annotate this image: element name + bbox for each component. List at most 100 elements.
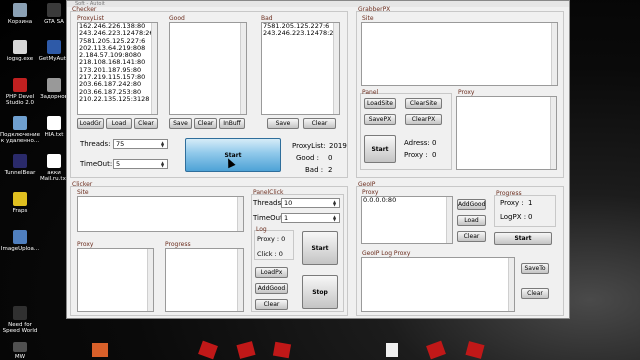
exe-image xyxy=(13,40,27,54)
grabber-adress-label: Adress: xyxy=(404,139,430,147)
clicker-threads-value: 10 xyxy=(284,199,293,207)
load-button[interactable]: Load xyxy=(106,118,132,129)
clicker-log-proxy: Proxy : 0 xyxy=(257,235,286,243)
geoip-proxy-line: 0.0.0.0:80 xyxy=(363,196,397,204)
geoip-clear-button[interactable]: Clear xyxy=(457,231,486,242)
grabber-site-scrollbar[interactable] xyxy=(551,23,557,85)
red-app-taskbar-icon[interactable] xyxy=(272,341,292,359)
threads-spinner-icon[interactable]: ▲ ▼ xyxy=(161,141,166,148)
stat-good-label: Good : xyxy=(296,154,320,162)
recycle-bin-image xyxy=(13,3,27,17)
checker-start-button[interactable]: Start xyxy=(185,138,281,172)
grabber-start-button[interactable]: Start xyxy=(364,135,396,163)
stat-bad-label: Bad : xyxy=(305,166,324,174)
clear-good-button[interactable]: Clear xyxy=(194,118,217,129)
imageuploader-image xyxy=(13,230,27,244)
clearsite-button[interactable]: ClearSite xyxy=(405,98,442,109)
geoip-log-clear-button[interactable]: Clear xyxy=(521,288,549,299)
grabber-proxy-value: 0 xyxy=(432,151,437,159)
grabber-site-box[interactable] xyxy=(361,22,558,86)
proxy-line[interactable]: 210.22.135.125:3128 xyxy=(78,95,157,103)
clicker-label: Clicker xyxy=(72,181,93,188)
stat-proxylist-value: 2019 xyxy=(329,142,347,150)
grabber-proxy-label: Proxy : xyxy=(404,151,428,159)
mw-icon[interactable]: MW xyxy=(0,342,40,360)
desktop-icon-label: iogsg.exe xyxy=(6,56,34,62)
geoip-proxy-scrollbar[interactable] xyxy=(446,197,452,243)
bad-box[interactable]: 7581.205.125.227:6 243.246.223.12478:268 xyxy=(261,22,340,115)
geoip-log-label: GeoIP Log Proxy xyxy=(362,250,411,257)
remote-desktop-image xyxy=(13,116,27,130)
loadgr-button[interactable]: LoadGr xyxy=(77,118,104,129)
threads-label: Threads: xyxy=(80,140,111,148)
loadpx-button[interactable]: LoadPx xyxy=(255,267,288,278)
clicker-progress-box[interactable] xyxy=(165,248,244,312)
nfs-image xyxy=(13,306,27,320)
geoip-log-box[interactable] xyxy=(361,257,515,312)
clear-proxylist-button[interactable]: Clear xyxy=(134,118,158,129)
clicker-start-button[interactable]: Start xyxy=(302,231,338,265)
counter-strike-taskbar-icon[interactable] xyxy=(92,343,108,357)
proxy-line[interactable]: 243.246.223.12478:268 xyxy=(262,29,339,37)
clicker-clear-button[interactable]: Clear xyxy=(255,299,288,310)
geoip-progress-logpx-value: 0 xyxy=(528,213,533,221)
bad-scrollbar[interactable] xyxy=(333,23,339,114)
imageuploader-icon[interactable]: ImageUploa... xyxy=(0,230,40,252)
desktop-icon-label: Задорнов xyxy=(40,94,68,100)
need-for-speed-world-icon[interactable]: Need for Speed World xyxy=(0,306,40,334)
loadsite-button[interactable]: LoadSite xyxy=(364,98,396,109)
geoip-addgood-button[interactable]: AddGood xyxy=(457,199,486,210)
clicker-log-label: Log xyxy=(256,226,267,233)
proxylist-box[interactable]: 162.246.226.138:80 243.246.223.12478:268 7… xyxy=(77,22,158,115)
geoip-progress-logpx-label: LogPX : xyxy=(500,213,527,221)
geoip-proxy-box[interactable]: 0.0.0.0:80 xyxy=(361,196,453,244)
good-box[interactable] xyxy=(169,22,247,115)
clicker-threads-spinner-icon[interactable]: ▲ ▼ xyxy=(333,200,338,207)
grabber-proxy-scrollbar[interactable] xyxy=(550,97,556,169)
timeout-input[interactable]: 5 ▲ ▼ xyxy=(113,159,168,169)
grabber-adress-value: 0 xyxy=(432,139,437,147)
panelclick-label: PanelClick xyxy=(253,189,284,196)
saveto-button[interactable]: SaveTo xyxy=(521,263,549,274)
inbuff-button[interactable]: InBuff xyxy=(219,118,245,129)
clearpx-button[interactable]: ClearPX xyxy=(405,114,442,125)
savepx-button[interactable]: SavePX xyxy=(364,114,396,125)
clicker-site-box[interactable] xyxy=(77,196,244,232)
document-taskbar-icon[interactable] xyxy=(386,343,398,357)
proxylist-scrollbar[interactable] xyxy=(151,23,157,114)
clicker-site-scrollbar[interactable] xyxy=(237,197,243,231)
clicker-timeout-input[interactable]: 1 ▲ ▼ xyxy=(281,213,340,223)
clicker-progress-label: Progress xyxy=(165,241,191,248)
good-scrollbar[interactable] xyxy=(240,23,246,114)
geoip-progress-proxy-label: Proxy : xyxy=(500,199,524,207)
geoip-log-scrollbar[interactable] xyxy=(508,258,514,311)
clicker-proxy-box[interactable] xyxy=(77,248,154,312)
clicker-threads-input[interactable]: 10 ▲ ▼ xyxy=(281,198,340,208)
clear-bad-button[interactable]: Clear xyxy=(303,118,336,129)
geoip-load-button[interactable]: Load xyxy=(457,215,486,226)
php-devel-studio-image xyxy=(13,78,27,92)
addgood-button[interactable]: AddGood xyxy=(255,283,288,294)
geoip-progress-proxy-value: 1 xyxy=(528,199,533,207)
save-bad-button[interactable]: Save xyxy=(267,118,299,129)
clicker-progress-scrollbar[interactable] xyxy=(237,249,243,311)
clicker-proxy-scrollbar[interactable] xyxy=(147,249,153,311)
save-good-button[interactable]: Save xyxy=(169,118,192,129)
stat-good-value: 0 xyxy=(328,154,333,162)
txt-image xyxy=(47,116,61,130)
geoip-start-button[interactable]: Start xyxy=(494,232,552,245)
timeout-spinner-icon[interactable]: ▲ ▼ xyxy=(161,161,166,168)
threads-input[interactable]: 75 ▲ ▼ xyxy=(113,139,168,149)
fraps-image xyxy=(13,192,27,206)
proxylist-lines: 162.246.226.138:80 243.246.223.12478:268 7… xyxy=(78,23,157,103)
clicker-timeout-spinner-icon[interactable]: ▲ ▼ xyxy=(333,215,338,222)
desktop-icon-label: Need for Speed World xyxy=(2,322,38,334)
desktop-icon-label: Fraps xyxy=(12,208,28,214)
grabber-proxy-box[interactable] xyxy=(456,96,557,170)
desktop-icon-label: MW xyxy=(14,354,26,360)
clicker-site-label: Site xyxy=(77,189,89,196)
fraps-icon[interactable]: Fraps xyxy=(0,192,40,214)
timeout-label: TimeOut: xyxy=(80,160,113,168)
gta-sa-image xyxy=(47,3,61,17)
clicker-stop-button[interactable]: Stop xyxy=(302,275,338,309)
